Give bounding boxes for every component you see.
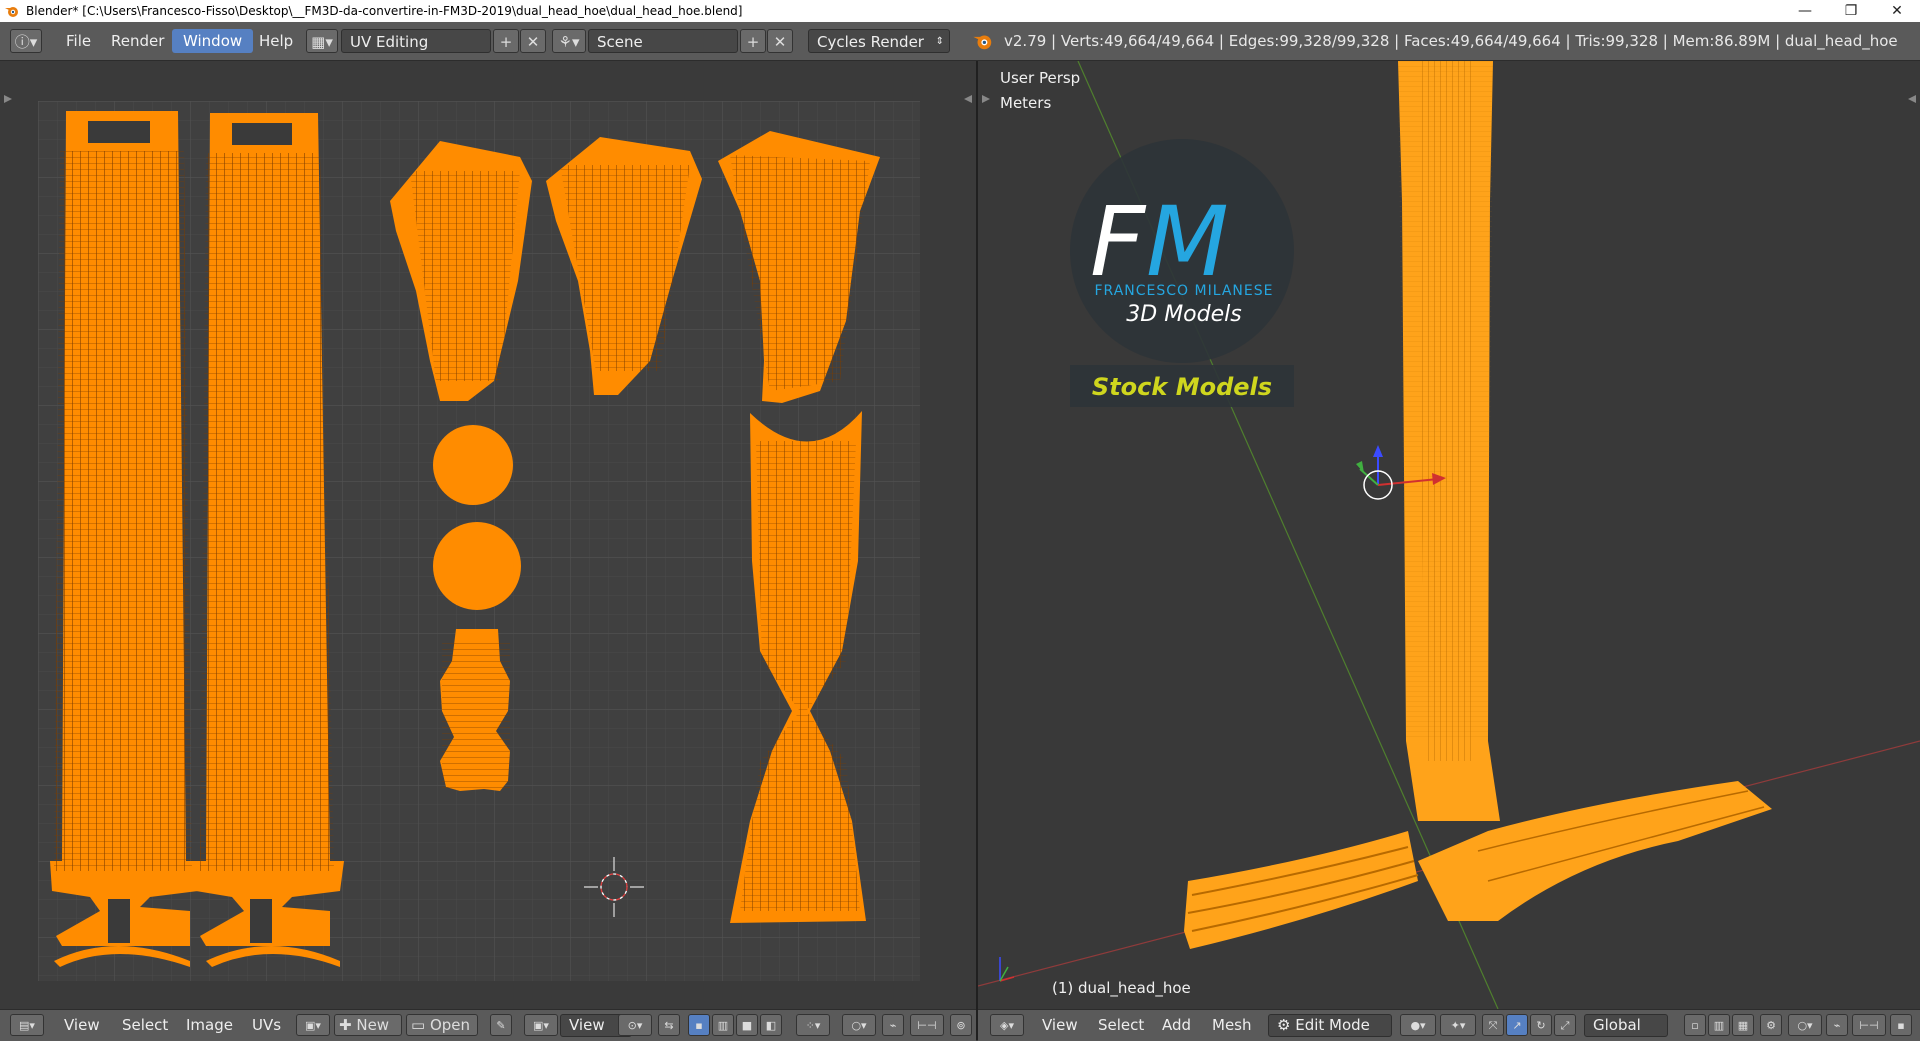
edge-select-mode-icon[interactable]: ▥: [1708, 1014, 1730, 1036]
blender-logo-icon: [5, 7, 18, 17]
island-select-icon[interactable]: ◧: [760, 1014, 782, 1036]
3d-menu-add[interactable]: Add: [1162, 1014, 1191, 1037]
uv-island-disc-2: [433, 522, 521, 610]
menu-window[interactable]: Window: [172, 29, 254, 53]
editor-type-image-icon[interactable]: ▤▾: [10, 1014, 44, 1036]
pivot-icon[interactable]: ⊙▾: [618, 1014, 652, 1036]
snap-target-icon[interactable]: ⊢⊣: [1852, 1014, 1886, 1036]
uv-menu-image[interactable]: Image: [186, 1014, 233, 1037]
remove-screen-button[interactable]: ✕: [520, 29, 546, 53]
uv-canvas[interactable]: [0, 61, 976, 1009]
face-select-mode-icon[interactable]: ▦: [1732, 1014, 1754, 1036]
sticky-select-icon[interactable]: ⁘▾: [796, 1014, 830, 1036]
scale-manipulator-icon[interactable]: ⤢: [1554, 1014, 1576, 1036]
vertex-select-mode-icon[interactable]: ▫: [1684, 1014, 1706, 1036]
screen-layout-field[interactable]: UV Editing: [341, 29, 491, 53]
proportional-editing-icon[interactable]: ○▾: [1788, 1014, 1822, 1036]
snap-element-icon[interactable]: ⊢⊣: [910, 1014, 944, 1036]
3d-menu-view[interactable]: View: [1042, 1014, 1078, 1037]
editor-type-info-icon[interactable]: ⓘ▾: [10, 29, 42, 53]
translate-manipulator-icon[interactable]: ↗: [1506, 1014, 1528, 1036]
unit-system: Meters: [1000, 94, 1052, 112]
3d-menu-select[interactable]: Select: [1098, 1014, 1144, 1037]
minimize-button[interactable]: —: [1782, 3, 1828, 19]
shading-mode-icon[interactable]: ●▾: [1400, 1014, 1436, 1036]
snap-toggle-icon[interactable]: ⌁: [1826, 1014, 1848, 1036]
uv-island-collar: [440, 629, 510, 791]
sync-selection-icon[interactable]: ⇆: [658, 1014, 680, 1036]
restore-button[interactable]: ❐: [1828, 3, 1874, 19]
scene-stats: v2.79 | Verts:49,664/49,664 | Edges:99,3…: [1004, 32, 1898, 50]
pin-icon[interactable]: ✎: [490, 1014, 512, 1036]
fm-watermark: F M FRANCESCO MILANESE 3D Models Stock M…: [1070, 139, 1294, 407]
fm-logo-letter-f: F: [1090, 186, 1147, 298]
menu-file[interactable]: File: [55, 29, 102, 53]
updown-icon: ⇕: [935, 36, 944, 47]
uv-menu-select[interactable]: Select: [122, 1014, 168, 1037]
y-axis-arrow-icon[interactable]: [1356, 461, 1364, 473]
fm-logo-letter-m: M: [1146, 186, 1229, 298]
3d-view-header: ◈▾ View Select Add Mesh ⚙ Edit Mode ●▾ ✦…: [978, 1009, 1920, 1041]
watermark-badge-text: Stock Models: [1092, 373, 1272, 401]
scene-icon[interactable]: ⚘▾: [552, 29, 586, 53]
open-image-button[interactable]: ▭ Open: [406, 1014, 478, 1036]
editor-type-3dview-icon[interactable]: ◈▾: [990, 1014, 1024, 1036]
edge-select-icon[interactable]: ▥: [712, 1014, 734, 1036]
z-axis-arrow-icon[interactable]: [1373, 445, 1383, 457]
limit-selection-icon[interactable]: ⚙: [1760, 1014, 1782, 1036]
menu-help[interactable]: Help: [248, 29, 304, 53]
uv-menu-view[interactable]: View: [64, 1014, 100, 1037]
mode-select[interactable]: ⚙ Edit Mode: [1268, 1014, 1392, 1037]
window-title: Blender* [C:\Users\Francesco-Fisso\Deskt…: [26, 4, 743, 18]
menu-render[interactable]: Render: [100, 29, 175, 53]
add-scene-button[interactable]: +: [740, 29, 766, 53]
region-expand-icon[interactable]: [1908, 95, 1916, 103]
blender-logo-icon: [973, 35, 992, 50]
watermark-brand: FRANCESCO MILANESE: [1095, 283, 1274, 299]
edit-mode-icon: ⚙: [1277, 1016, 1296, 1034]
3d-menu-mesh[interactable]: Mesh: [1212, 1014, 1252, 1037]
folder-icon: ▭: [411, 1015, 430, 1034]
vertex-select-icon[interactable]: ▪: [688, 1014, 710, 1036]
new-image-button[interactable]: ✚ New: [334, 1014, 402, 1036]
viewport-scene[interactable]: F M FRANCESCO MILANESE 3D Models Stock M…: [978, 61, 1920, 1009]
axis-gizmo-icon: [999, 957, 1015, 982]
plus-icon: ✚: [339, 1015, 357, 1034]
render-engine-label: Cycles Render: [817, 33, 924, 51]
layers-icon[interactable]: ▪: [1890, 1014, 1912, 1036]
watermark-subtitle: 3D Models: [1126, 302, 1241, 327]
image-browse-icon[interactable]: ▣▾: [296, 1014, 330, 1036]
proportional-edit-icon[interactable]: ○▾: [842, 1014, 876, 1036]
scene-field[interactable]: Scene: [588, 29, 738, 53]
orientation-select[interactable]: Global: [1584, 1014, 1668, 1037]
remove-scene-button[interactable]: ✕: [767, 29, 793, 53]
region-expand-icon[interactable]: [964, 95, 972, 103]
region-expand-icon[interactable]: [982, 95, 990, 103]
uv-island-handle-left: [50, 111, 200, 967]
view-mode-icon[interactable]: ▣▾: [524, 1014, 558, 1036]
manipulator-toggle-icon[interactable]: ⤧: [1482, 1014, 1504, 1036]
snap-icon[interactable]: ⌁: [882, 1014, 904, 1036]
uv-editor-view[interactable]: [0, 61, 976, 1009]
uv-island-disc-1: [433, 425, 513, 505]
view-name: User Persp: [1000, 69, 1081, 87]
add-screen-button[interactable]: +: [493, 29, 519, 53]
info-header: ⓘ▾ File Render Window Help ▦▾ UV Editing…: [0, 22, 1920, 61]
rotate-manipulator-icon[interactable]: ↻: [1530, 1014, 1552, 1036]
render-engine-select[interactable]: Cycles Render ⇕: [808, 29, 950, 53]
screen-layout-icon[interactable]: ▦▾: [306, 29, 338, 53]
face-select-icon[interactable]: ■: [736, 1014, 758, 1036]
uv-editor-header: ▤▾ View Select Image UVs ▣▾ ✚ New ▭ Open…: [0, 1009, 976, 1041]
uv-local-view-icon[interactable]: ⊚: [950, 1014, 972, 1036]
window-titlebar: Blender* [C:\Users\Francesco-Fisso\Deskt…: [0, 0, 1920, 22]
uv-menu-uvs[interactable]: UVs: [252, 1014, 281, 1037]
pivot-point-icon[interactable]: ✦▾: [1440, 1014, 1476, 1036]
active-object-label: (1) dual_head_hoe: [1052, 979, 1191, 997]
3d-viewport[interactable]: F M FRANCESCO MILANESE 3D Models Stock M…: [978, 61, 1920, 1009]
region-expand-icon[interactable]: [4, 95, 12, 103]
close-window-button[interactable]: ✕: [1874, 3, 1920, 19]
